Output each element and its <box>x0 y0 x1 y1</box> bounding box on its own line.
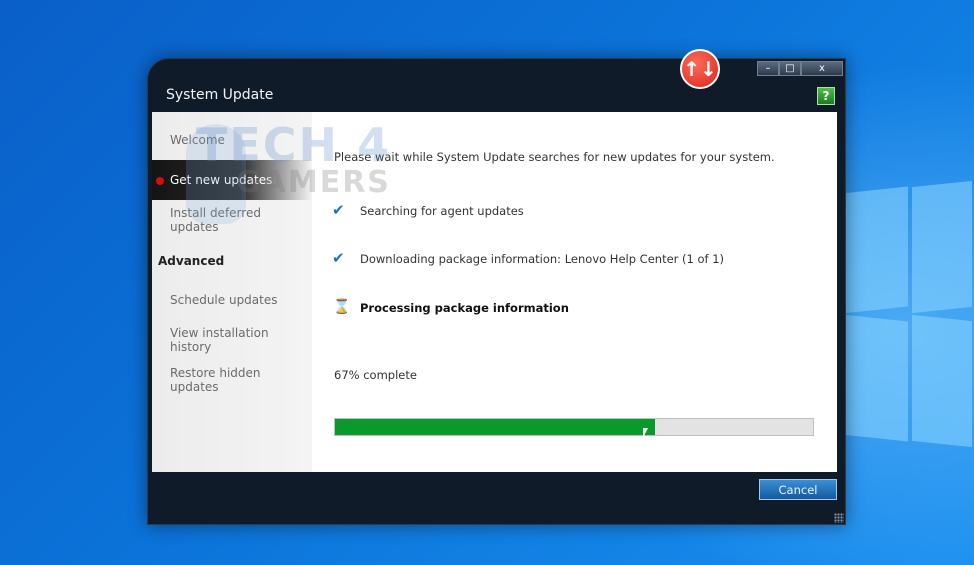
sidebar-item-install-deferred-updates[interactable]: Install deferred updates <box>152 200 312 240</box>
mouse-cursor <box>643 428 648 438</box>
sidebar-item-label: Schedule updates <box>170 293 278 307</box>
step-label: Searching for agent updates <box>360 204 524 218</box>
step-processing-package-info: ⌛ Processing package information <box>333 299 569 315</box>
sidebar-item-label: View installation history <box>170 326 269 354</box>
progress-bar <box>334 418 814 436</box>
cancel-button[interactable]: Cancel <box>759 479 837 500</box>
windows-logo-pane <box>842 314 908 442</box>
help-icon[interactable]: ? <box>817 87 835 105</box>
step-downloading-package-info: ✔ Downloading package information: Lenov… <box>332 249 725 267</box>
sidebar-item-label: Welcome <box>170 133 225 147</box>
sidebar-item-schedule-updates[interactable]: Schedule updates <box>152 280 312 320</box>
windows-logo <box>842 180 972 450</box>
check-icon: ✔ <box>332 249 345 267</box>
resize-grip[interactable] <box>834 513 844 523</box>
update-arrows-icon: ↑↓ <box>680 49 720 89</box>
step-label: Processing package information <box>360 301 569 315</box>
sidebar-item-view-installation-history[interactable]: View installation history <box>152 320 312 360</box>
step-label: Downloading package information: Lenovo … <box>360 252 725 266</box>
active-indicator-dot <box>156 177 164 185</box>
system-update-window: ↑↓ System Update – □ x ? Welcome Get new… <box>147 49 846 525</box>
main-content: Please wait while System Update searches… <box>312 112 837 472</box>
sidebar-item-label: Get new updates <box>170 173 273 187</box>
sidebar: Welcome Get new updates Install deferred… <box>152 112 312 472</box>
hourglass-icon: ⌛ <box>333 299 351 315</box>
sidebar-heading-advanced: Advanced <box>158 254 225 268</box>
sidebar-item-get-new-updates[interactable]: Get new updates <box>152 160 312 200</box>
sidebar-item-label: Restore hidden updates <box>170 366 261 394</box>
check-icon: ✔ <box>332 201 345 219</box>
sidebar-item-welcome[interactable]: Welcome <box>152 120 312 160</box>
maximize-button[interactable]: □ <box>779 61 801 76</box>
sidebar-item-label: Install deferred updates <box>170 206 261 234</box>
intro-text: Please wait while System Update searches… <box>334 150 775 164</box>
progress-percent-text: 67% complete <box>334 368 417 382</box>
step-searching-agent-updates: ✔ Searching for agent updates <box>332 201 524 219</box>
progress-bar-fill <box>335 419 656 435</box>
sidebar-item-restore-hidden-updates[interactable]: Restore hidden updates <box>152 360 312 400</box>
windows-logo-pane <box>912 180 972 314</box>
windows-logo-pane <box>842 186 908 314</box>
minimize-button[interactable]: – <box>757 61 779 76</box>
windows-logo-pane <box>912 314 972 448</box>
window-title: System Update <box>166 87 274 103</box>
close-button[interactable]: x <box>801 61 843 76</box>
window-controls: – □ x <box>757 61 843 76</box>
